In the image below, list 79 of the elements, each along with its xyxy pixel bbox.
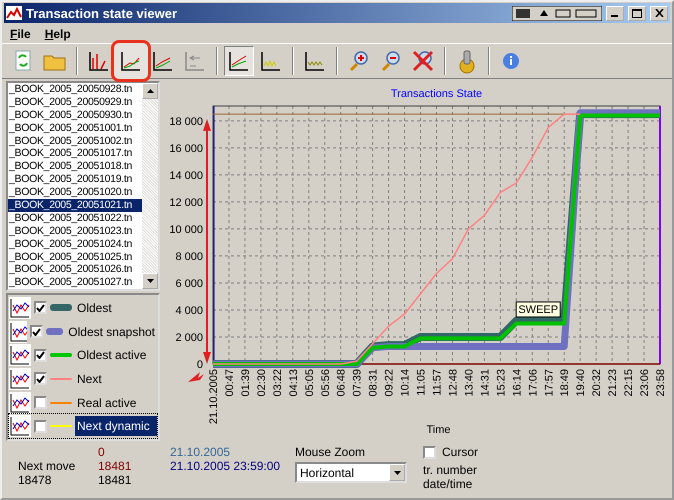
menu-item[interactable]: Help (44, 26, 71, 40)
sweep-tooltip: SWEEP (516, 301, 561, 318)
zoom-select[interactable]: Horizontal (295, 462, 407, 483)
y-tick-label: 2 000 (175, 332, 203, 344)
zoom-label: Mouse Zoom (295, 445, 366, 459)
list-row[interactable]: _BOOK_2005_20051019.tn (8, 173, 142, 186)
x-tick-label: 18:49 (559, 369, 572, 397)
x-tick-label: 03:22 (272, 369, 284, 397)
list-row[interactable]: _BOOK_2005_20051021.tn (8, 199, 142, 212)
x-tick-label: 05:05 (304, 369, 316, 397)
y-tick-label: 10 000 (169, 224, 203, 236)
next-move-value: 18478 (18, 473, 52, 487)
menu-item[interactable]: File (10, 26, 31, 40)
next-move-label: Next move (18, 459, 76, 473)
legend-label[interactable]: Next dynamic (75, 416, 157, 436)
legend-label[interactable]: Real active (75, 392, 138, 413)
x-tick-label: 17:06 (527, 369, 540, 397)
y-tick-label: 0 (196, 359, 203, 371)
value-text: 18481 (98, 459, 132, 473)
x-tick-label: 21.10.2005 (208, 369, 220, 424)
window-title: Transaction state viewer (26, 6, 178, 20)
x-tick-label: 07:39 (352, 369, 364, 397)
list-row[interactable]: _BOOK_2005_20050930.tn (8, 108, 142, 122)
legend-label[interactable]: Oldest active (75, 345, 148, 366)
list-row[interactable]: _BOOK_2005_20051017.tn (8, 147, 142, 160)
axis-title: Time (426, 424, 451, 436)
list-row[interactable]: _BOOK_2005_20051025.tn (8, 250, 142, 264)
x-tick-label: 12:48 (447, 369, 460, 397)
y-tick-label: 6 000 (175, 278, 203, 290)
y-tick-label: 18 000 (169, 116, 203, 128)
list-row[interactable]: _BOOK_2005_20051026.tn (8, 263, 142, 276)
legend-label[interactable]: Next (75, 368, 104, 389)
list-row[interactable]: _BOOK_2005_20051023.tn (8, 224, 142, 238)
x-tick-label: 19:40 (575, 369, 588, 397)
y-tick-label: 14 000 (169, 170, 203, 182)
list-row[interactable]: _BOOK_2005_20051022.tn (8, 212, 142, 225)
y-tick-label: 12 000 (169, 196, 203, 209)
y-tick-label: 4 000 (175, 304, 203, 317)
x-tick-label: 06:48 (336, 369, 348, 397)
x-tick-label: 17:57 (543, 369, 556, 397)
x-tick-label: 05:56 (320, 369, 332, 397)
date-text: 21.10.2005 (170, 445, 232, 459)
value-text: 0 (98, 445, 106, 459)
x-tick-label: 23:06 (639, 369, 652, 397)
x-tick-label: 02:30 (256, 369, 268, 397)
y-tick-label: 8 000 (175, 250, 203, 263)
list-row[interactable]: _BOOK_2005_20050929.tn (8, 96, 142, 109)
x-tick-label: 04:13 (288, 369, 300, 397)
list-row[interactable]: _BOOK_2005_20050928.tn (8, 83, 142, 96)
chart-title: Transactions State (390, 88, 482, 100)
x-tick-label: 11:05 (416, 369, 428, 396)
list-row[interactable]: _BOOK_2005_20051020.tn (8, 186, 142, 200)
list-row[interactable]: _BOOK_2005_20051002.tn (8, 134, 142, 148)
x-tick-label: 00:47 (224, 369, 236, 397)
x-tick-label: 20:32 (591, 369, 604, 397)
note-text: date/time (423, 477, 474, 491)
list-row[interactable]: _BOOK_2005_20051024.tn (8, 238, 142, 251)
x-tick-label: 15:23 (495, 369, 508, 397)
x-tick-label: 13:40 (463, 369, 476, 397)
list-row[interactable]: _BOOK_2005_20051018.tn (8, 160, 142, 174)
date-text: 21.10.2005 23:59:00 (170, 459, 282, 473)
x-tick-label: 21:23 (607, 369, 620, 397)
list-row[interactable]: _BOOK_2005_20051001.tn (8, 122, 142, 135)
x-tick-label: 09:22 (384, 369, 396, 397)
x-tick-label: 10:14 (400, 369, 412, 397)
x-tick-label: 08:31 (368, 369, 380, 397)
x-tick-label: 23:58 (655, 369, 667, 397)
y-tick-label: 16 000 (169, 142, 203, 155)
x-tick-label: 11:57 (432, 369, 444, 396)
x-tick-label: 16:14 (511, 369, 524, 397)
value-text: 18481 (98, 473, 132, 487)
x-tick-label: 22:15 (623, 369, 636, 397)
legend-label[interactable]: Oldest snapshot (66, 322, 157, 342)
x-tick-label: 01:39 (240, 369, 252, 397)
note-text: tr. number (423, 463, 478, 477)
legend-label[interactable]: Oldest (75, 298, 114, 318)
x-tick-label: 14:31 (479, 369, 492, 397)
cursor-label: Cursor (442, 445, 478, 459)
list-row[interactable]: _BOOK_2005_20051027.tn (8, 276, 142, 289)
